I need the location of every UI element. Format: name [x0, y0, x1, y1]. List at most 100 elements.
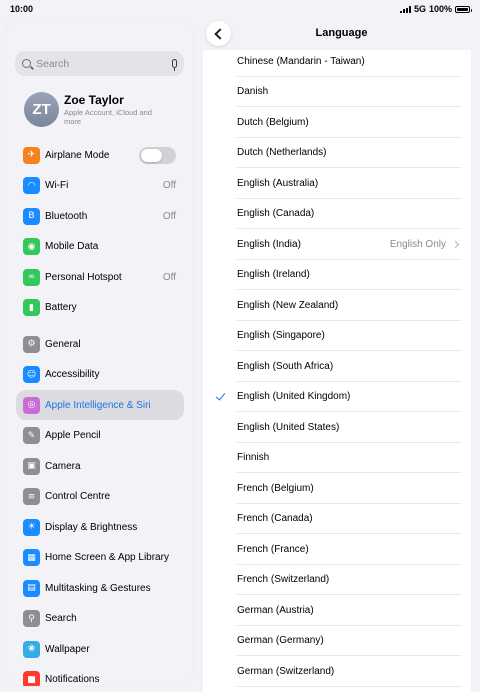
- sidebar-item-label: Airplane Mode: [45, 149, 110, 161]
- cellular-signal-icon: [399, 5, 411, 13]
- language-row[interactable]: German (Germany): [203, 626, 471, 656]
- language-row[interactable]: French (Switzerland): [203, 565, 471, 595]
- language-row[interactable]: English (Canada): [203, 199, 471, 229]
- wallpaper-icon: ❀: [23, 640, 40, 658]
- home-screen-icon: ▦: [23, 549, 40, 566]
- accessibility-icon: ☺: [23, 366, 40, 383]
- language-name: English (South Africa): [237, 360, 334, 372]
- language-row[interactable]: Danish: [203, 77, 471, 107]
- sidebar-item-battery[interactable]: ▮ Battery: [16, 293, 184, 323]
- sidebar-item-control-centre[interactable]: ≡ Control Centre: [16, 482, 184, 512]
- language-name: English (United States): [237, 421, 340, 433]
- language-row[interactable]: French (Canada): [203, 504, 471, 534]
- language-name: French (Belgium): [237, 482, 314, 494]
- sidebar-item-apple-pencil[interactable]: ✎ Apple Pencil: [16, 421, 184, 451]
- sidebar-item-apple-intelligence-siri[interactable]: ◎ Apple Intelligence & Siri: [16, 390, 184, 420]
- language-row[interactable]: Chinese (Mandarin - Taiwan): [203, 50, 471, 77]
- language-name: Chinese (Mandarin - Taiwan): [237, 55, 365, 67]
- language-list: Chinese (Mandarin - Taiwan) Danish Dutch (…: [203, 50, 471, 692]
- language-name: French (Switzerland): [237, 574, 330, 586]
- multitasking-icon: ▤: [23, 579, 40, 597]
- language-row[interactable]: English (United States): [203, 412, 471, 443]
- sidebar-item-airplane-mode[interactable]: ✈ Airplane Mode: [16, 140, 184, 170]
- sidebar-item-accessibility[interactable]: ☺ Accessibility: [16, 360, 184, 390]
- sidebar-item-display-brightness[interactable]: ☀ Display & Brightness: [16, 512, 184, 542]
- language-name: English (India): [237, 238, 301, 250]
- sidebar-item-label: Camera: [45, 460, 81, 472]
- language-row[interactable]: English (India) English Only: [203, 229, 471, 260]
- sidebar-item-label: Mobile Data: [45, 241, 99, 252]
- sidebar-item-label: Personal Hotspot: [45, 271, 122, 283]
- hotspot-icon: ∞: [23, 268, 40, 286]
- sidebar-item-camera[interactable]: ▣ Camera: [16, 451, 184, 481]
- status-bar: 10:00 5G 100%: [0, 0, 480, 18]
- profile-name: Zoe Taylor: [64, 92, 124, 107]
- sidebar-item-home-screen-app-library[interactable]: ▦ Home Screen & App Library: [16, 543, 184, 573]
- status-indicators: 5G 100%: [399, 4, 472, 14]
- language-row[interactable]: French (Belgium): [203, 473, 471, 504]
- sidebar-item-label: Notifications: [45, 674, 100, 685]
- language-row[interactable]: Finnish: [203, 443, 471, 473]
- language-row[interactable]: English (South Africa): [203, 351, 471, 382]
- sidebar-item-label: Home Screen & App Library: [45, 552, 169, 563]
- microphone-icon[interactable]: [172, 59, 177, 71]
- sidebar-item-personal-hotspot[interactable]: ∞ Personal Hotspot Off: [16, 262, 184, 292]
- siri-icon: ◎: [23, 396, 40, 414]
- search-placeholder: Search: [36, 57, 70, 70]
- sidebar-item-label: Search: [45, 613, 77, 624]
- sidebar-item-multitasking-gestures[interactable]: ▤ Multitasking & Gestures: [16, 573, 184, 603]
- airplane-mode-toggle[interactable]: [139, 146, 176, 164]
- language-row[interactable]: English (New Zealand): [203, 290, 471, 321]
- sidebar-item-value: Off: [162, 210, 176, 222]
- wifi-icon: ◠: [23, 177, 40, 194]
- battery-percentage: 100%: [428, 4, 452, 14]
- language-row[interactable]: English (Australia): [203, 168, 471, 199]
- network-type: 5G: [413, 4, 426, 14]
- profile-row[interactable]: ZT Zoe Taylor Apple Account, iCloud and …: [24, 92, 154, 127]
- settings-sidebar: Search ZT Zoe Taylor Apple Account, iClo…: [6, 18, 193, 686]
- airplane-icon: ✈: [23, 146, 40, 164]
- sun-icon: ☀: [23, 518, 40, 536]
- language-row[interactable]: French (France): [203, 534, 471, 565]
- sidebar-item-search[interactable]: ⚲ Search: [16, 604, 184, 634]
- language-name: English (New Zealand): [237, 299, 339, 311]
- language-row[interactable]: Dutch (Netherlands): [203, 138, 471, 168]
- sidebar-item-label: Battery: [45, 302, 77, 313]
- language-row[interactable]: German (Austria): [203, 595, 471, 626]
- sidebar-item-bluetooth[interactable]: B Bluetooth Off: [16, 201, 184, 231]
- sidebar-item-general[interactable]: ⚙ General: [16, 329, 184, 359]
- language-name: English (United Kingdom): [237, 391, 351, 403]
- notifications-icon: ■: [23, 671, 40, 686]
- language-row[interactable]: English (Singapore): [203, 321, 471, 351]
- sidebar-item-value: Off: [162, 180, 176, 191]
- sidebar-item-notifications[interactable]: ■ Notifications: [16, 665, 184, 686]
- sidebar-item-label: General: [45, 338, 81, 350]
- status-time: 10:00: [10, 4, 34, 14]
- sidebar-item-label: Wi-Fi: [45, 180, 69, 191]
- language-name: German (Germany): [237, 635, 324, 647]
- row-divider: [237, 685, 461, 687]
- search-input[interactable]: Search: [15, 51, 184, 76]
- sidebar-item-wallpaper[interactable]: ❀ Wallpaper: [16, 634, 184, 664]
- sidebar-item-wi-fi[interactable]: ◠ Wi-Fi Off: [16, 171, 184, 201]
- checkmark-icon: [215, 390, 225, 401]
- language-row[interactable]: German (Switzerland): [203, 656, 471, 687]
- sidebar-item-label: Wallpaper: [45, 643, 90, 655]
- page-title: Language: [315, 27, 368, 39]
- sidebar-item-label: Bluetooth: [45, 210, 88, 222]
- language-name: German (Austria): [237, 604, 314, 616]
- sidebar-item-label: Accessibility: [45, 369, 100, 380]
- bluetooth-icon: B: [23, 207, 40, 225]
- battery-icon: ▮: [23, 299, 40, 316]
- sidebar-item-label: Display & Brightness: [45, 521, 138, 533]
- language-row[interactable]: English (Ireland): [203, 260, 471, 290]
- search-icon: ⚲: [23, 610, 40, 627]
- sidebar-item-label: Multitasking & Gestures: [45, 582, 151, 594]
- profile-subtitle: Apple Account, iCloud and more: [64, 107, 152, 127]
- language-name: French (France): [237, 543, 309, 555]
- language-row[interactable]: English (United Kingdom): [203, 382, 471, 412]
- sidebar-item-mobile-data[interactable]: ◉ Mobile Data: [16, 232, 184, 262]
- language-row[interactable]: Dutch (Belgium): [203, 107, 471, 138]
- language-name: German (Switzerland): [237, 665, 335, 677]
- language-name: Dutch (Netherlands): [237, 147, 327, 159]
